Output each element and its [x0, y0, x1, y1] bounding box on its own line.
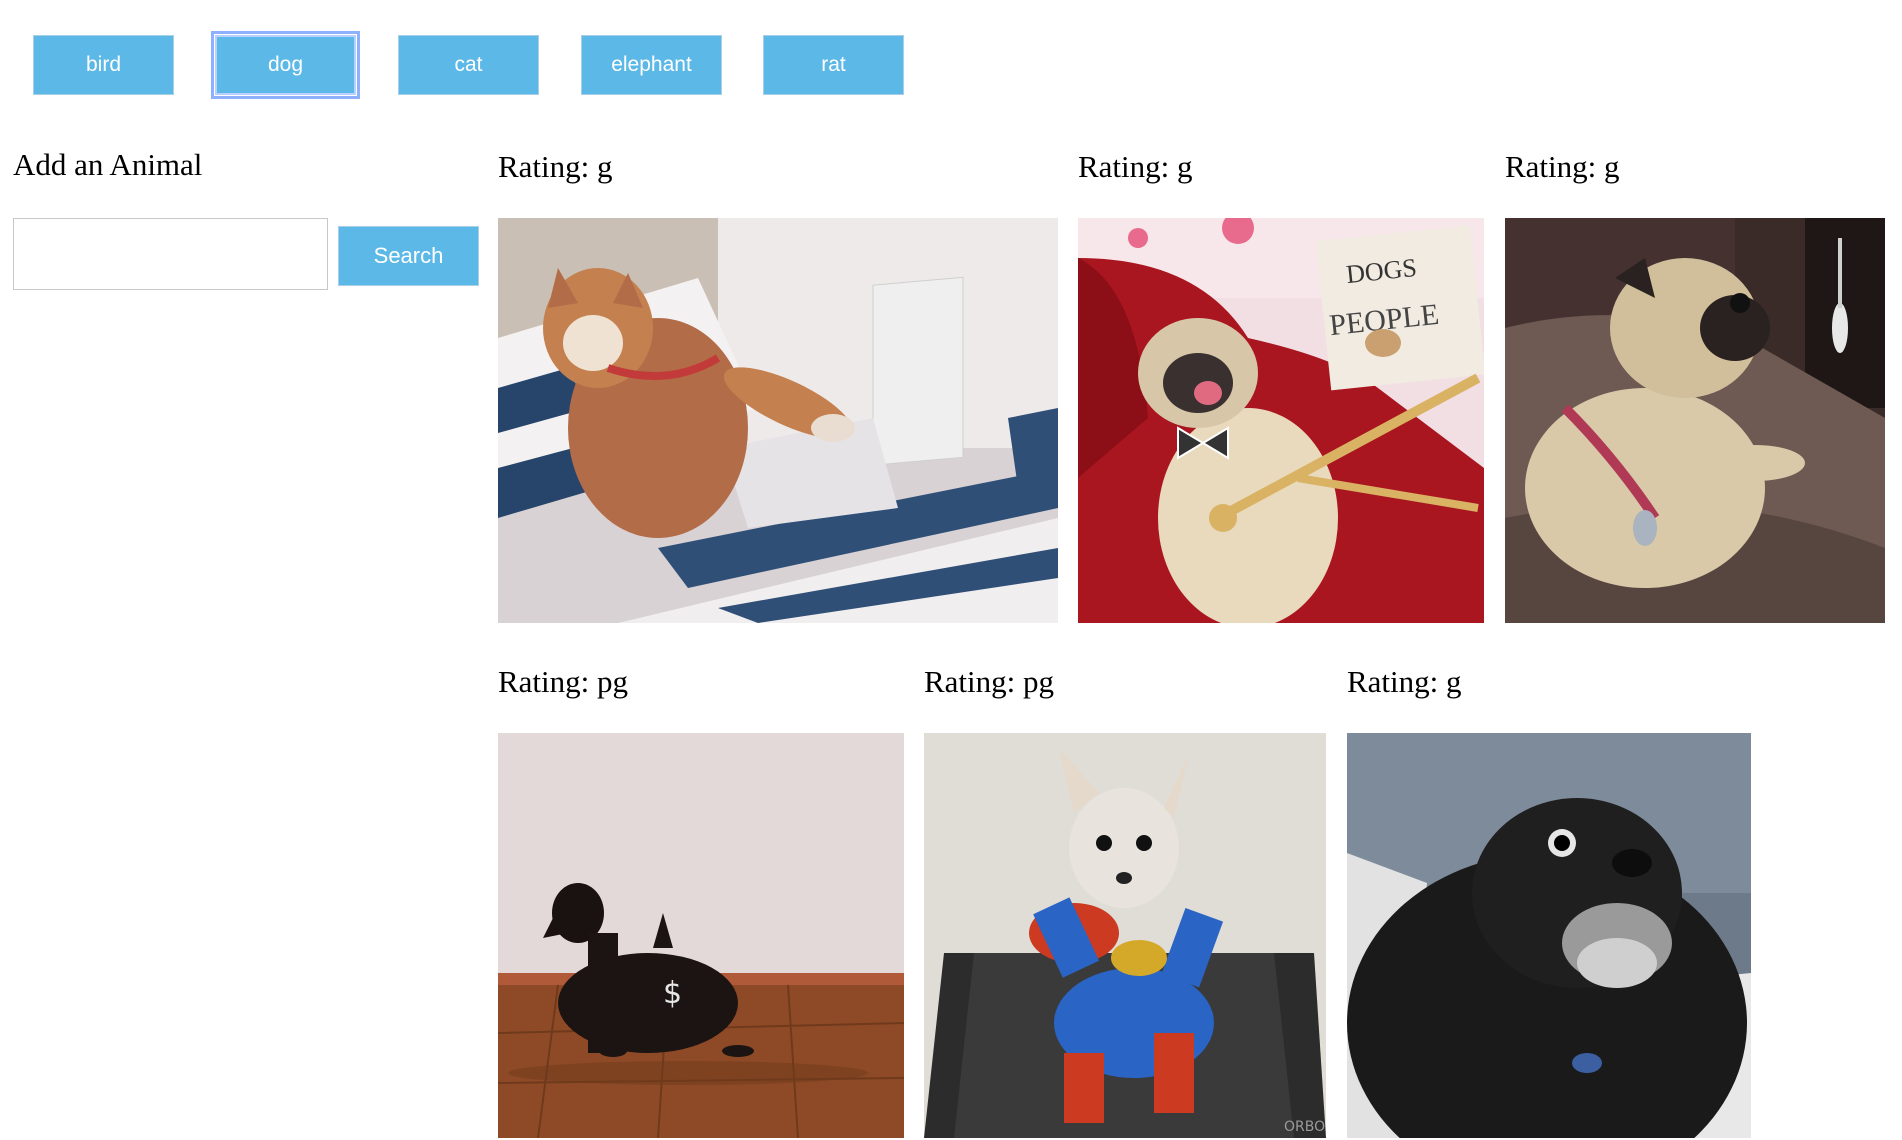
svg-text:$: $	[663, 976, 682, 1011]
rating-label: Rating: pg	[498, 664, 629, 699]
gif-card: Rating: pg ORBO	[924, 660, 1326, 1140]
gif-card: Rating: g	[498, 145, 1058, 623]
add-animal-title: Add an Animal	[13, 147, 203, 182]
gif-card: Rating: g	[1347, 660, 1751, 1140]
gif-image-chihuahua-superman[interactable]: ORBO	[924, 733, 1326, 1138]
gif-card: Rating: g	[1505, 145, 1885, 623]
gif-card: Rating: g DOGS PEOPLE	[1078, 145, 1484, 623]
svg-text:ORBO: ORBO	[1284, 1119, 1325, 1135]
rating-label: Rating: pg	[924, 664, 1055, 699]
gif-image-pug-sitting[interactable]	[1505, 218, 1885, 623]
animal-button-rat[interactable]: rat	[763, 35, 904, 95]
rating-label: Rating: g	[498, 149, 613, 184]
animal-input[interactable]	[13, 218, 328, 290]
gif-image-dachshund[interactable]: $	[498, 733, 904, 1138]
gif-image-black-dog[interactable]	[1347, 733, 1751, 1138]
animal-button-dog[interactable]: dog	[211, 31, 360, 99]
gif-card: Rating: pg $	[498, 660, 904, 1140]
animal-button-cat[interactable]: cat	[398, 35, 539, 95]
rating-label: Rating: g	[1505, 149, 1620, 184]
animal-button-bird[interactable]: bird	[33, 35, 174, 95]
gif-image-shiba-laptop[interactable]	[498, 218, 1058, 623]
rating-label: Rating: g	[1347, 664, 1462, 699]
rating-label: Rating: g	[1078, 149, 1193, 184]
animal-button-elephant[interactable]: elephant	[581, 35, 722, 95]
search-button[interactable]: Search	[338, 226, 479, 286]
gif-image-pug-bowtie[interactable]: DOGS PEOPLE	[1078, 218, 1484, 623]
